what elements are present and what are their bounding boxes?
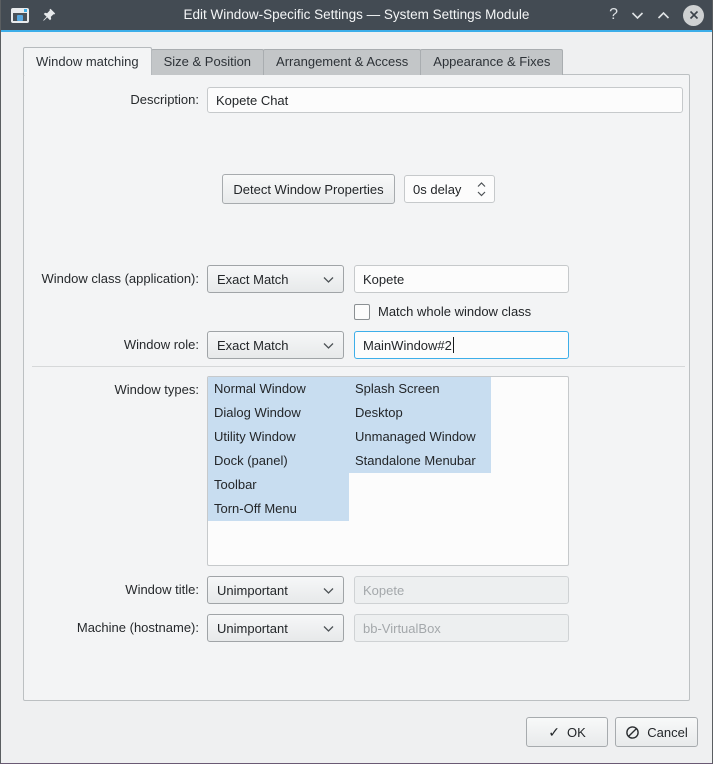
list-item-normal-window[interactable]: Normal Window (208, 377, 349, 401)
tab-size-position[interactable]: Size & Position (151, 49, 264, 75)
ok-button[interactable]: ✓ OK (526, 717, 608, 747)
checkmark-icon: ✓ (548, 724, 560, 741)
delay-spinbox-value: 0s delay (413, 182, 461, 197)
window-types-list[interactable]: Normal Window Dialog Window Utility Wind… (207, 376, 569, 566)
help-icon[interactable]: ? (609, 0, 618, 30)
window-title-input: Kopete (354, 576, 569, 604)
tab-window-matching[interactable]: Window matching (23, 47, 152, 75)
window-title: Edit Window-Specific Settings — System S… (1, 0, 712, 30)
list-item-dialog-window[interactable]: Dialog Window (208, 401, 349, 425)
list-item-desktop[interactable]: Desktop (349, 401, 491, 425)
window-title-match-select[interactable]: Unimportant (207, 576, 344, 604)
chevron-down-icon (323, 625, 334, 632)
settings-window: Edit Window-Specific Settings — System S… (0, 0, 713, 764)
description-input[interactable]: Kopete Chat (207, 87, 683, 113)
list-item-standalone-menubar[interactable]: Standalone Menubar (349, 449, 491, 473)
window-class-label: Window class (application): (24, 265, 199, 293)
window-class-match-select[interactable]: Exact Match (207, 265, 344, 293)
chevron-down-icon (323, 276, 334, 283)
window-class-input[interactable]: Kopete (354, 265, 569, 293)
cancel-circle-slash-icon (625, 725, 640, 740)
list-item-splash-screen[interactable]: Splash Screen (349, 377, 491, 401)
titlebar[interactable]: Edit Window-Specific Settings — System S… (1, 0, 712, 30)
window-role-input[interactable]: MainWindow#2 (354, 331, 569, 359)
chevron-down-icon (323, 587, 334, 594)
list-item-unmanaged-window[interactable]: Unmanaged Window (349, 425, 491, 449)
description-label: Description: (24, 87, 199, 113)
machine-hostname-input: bb-VirtualBox (354, 614, 569, 642)
window-title-label: Window title: (24, 576, 199, 604)
machine-hostname-label: Machine (hostname): (24, 614, 199, 642)
window-types-label: Window types: (24, 376, 199, 404)
delay-spinbox[interactable]: 0s delay (404, 175, 495, 203)
cancel-button[interactable]: Cancel (615, 717, 698, 747)
machine-match-select[interactable]: Unimportant (207, 614, 344, 642)
spinbox-arrows[interactable] (477, 182, 486, 197)
tab-content-frame: Description: Kopete Chat Detect Window P… (23, 74, 690, 701)
tab-arrangement-access[interactable]: Arrangement & Access (263, 49, 421, 75)
app-window-icon (11, 8, 29, 23)
tab-appearance-fixes[interactable]: Appearance & Fixes (420, 49, 563, 75)
minimize-chevron-down-icon[interactable] (631, 11, 644, 20)
list-item-dock-panel[interactable]: Dock (panel) (208, 449, 349, 473)
separator (32, 366, 685, 367)
titlebar-accent-line (1, 30, 712, 32)
match-whole-window-class-label[interactable]: Match whole window class (378, 304, 531, 320)
match-whole-window-class-checkbox[interactable] (354, 304, 370, 320)
close-icon[interactable] (683, 5, 704, 26)
tab-bar: Window matching Size & Position Arrangem… (23, 47, 562, 75)
maximize-chevron-up-icon[interactable] (657, 11, 670, 20)
spin-down-icon (477, 191, 486, 197)
chevron-down-icon (323, 342, 334, 349)
list-item-torn-off-menu[interactable]: Torn-Off Menu (208, 497, 349, 521)
window-role-match-select[interactable]: Exact Match (207, 331, 344, 359)
list-item-toolbar[interactable]: Toolbar (208, 473, 349, 497)
pin-icon[interactable] (42, 8, 56, 22)
list-item-utility-window[interactable]: Utility Window (208, 425, 349, 449)
spin-up-icon (477, 182, 486, 188)
window-role-label: Window role: (24, 331, 199, 359)
detect-window-properties-button[interactable]: Detect Window Properties (222, 174, 395, 204)
